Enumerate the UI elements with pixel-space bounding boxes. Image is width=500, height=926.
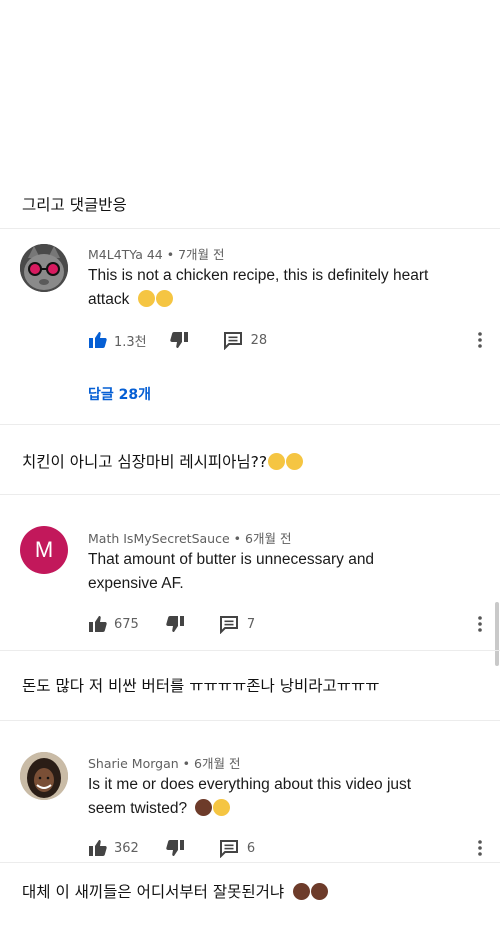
divider xyxy=(0,494,500,495)
reply-count: 28 xyxy=(250,332,268,348)
dislike-button[interactable] xyxy=(165,838,185,858)
comment-meta: M4L4TYa 44 • 7개월 전 xyxy=(88,244,225,263)
like-count: 1.3천 xyxy=(114,334,147,350)
person-tipping-hand-emoji-icon xyxy=(195,799,213,816)
scrollbar-thumb[interactable] xyxy=(495,602,499,666)
comment-author[interactable]: Math IsMySecretSauce xyxy=(88,531,230,546)
divider xyxy=(0,650,500,651)
comment-time: 6개월 전 xyxy=(194,756,241,771)
comment-text-line-content: attack xyxy=(88,291,130,308)
like-button[interactable]: 1.3천 xyxy=(88,330,147,350)
astonished-face-emoji-icon xyxy=(213,799,231,816)
reply-count: 6 xyxy=(246,840,256,856)
person-tipping-hand-emoji-icon xyxy=(311,883,329,900)
comment-time: 6개월 전 xyxy=(245,531,292,546)
meta-dot: • xyxy=(233,531,246,546)
more-options-icon[interactable] xyxy=(476,331,484,349)
thumbs-down-icon xyxy=(169,332,188,348)
meta-dot: • xyxy=(182,756,195,771)
comment-actions: 362 6 xyxy=(88,836,255,860)
comment-text-line-2: seem twisted? xyxy=(88,797,473,821)
reply-button[interactable]: 6 xyxy=(219,838,255,858)
woman-portrait-avatar-icon xyxy=(20,752,68,800)
grinning-sweat-emoji-icon xyxy=(155,290,173,307)
comment-author[interactable]: M4L4TYa 44 xyxy=(88,247,163,262)
comment-text: Is it me or does everything about this v… xyxy=(88,773,473,821)
comment-text-line-content: seem twisted? xyxy=(88,800,188,817)
meta-dot: • xyxy=(166,247,179,262)
comment-author[interactable]: Sharie Morgan xyxy=(88,756,179,771)
comment-text-line-2: expensive AF. xyxy=(88,575,184,592)
more-options-icon[interactable] xyxy=(476,839,484,857)
comment-actions: 1.3천 28 xyxy=(88,328,267,352)
avatar-letter: M xyxy=(34,537,54,562)
comment-bubble-icon xyxy=(223,332,242,350)
thumbs-down-icon xyxy=(166,616,184,632)
dislike-button[interactable] xyxy=(169,330,189,350)
reply-button[interactable]: 28 xyxy=(223,330,268,350)
like-count: 675 xyxy=(114,616,139,632)
comment-bubble-icon xyxy=(219,616,238,634)
comment-meta: Sharie Morgan • 6개월 전 xyxy=(88,753,240,772)
like-button[interactable]: 675 xyxy=(88,614,139,634)
caption-text: 치킨이 아니고 심장마비 레시피아님?? xyxy=(22,453,268,471)
avatar[interactable]: M xyxy=(20,526,68,574)
reply-count: 7 xyxy=(246,616,256,632)
caption-text: 대체 이 새끼들은 어디서부터 잘못된거냐 xyxy=(22,883,285,901)
grinning-sweat-emoji-icon xyxy=(137,290,155,307)
thumbs-down-icon xyxy=(166,840,184,856)
person-tipping-hand-emoji-icon xyxy=(293,883,311,900)
like-count: 362 xyxy=(114,840,139,856)
dislike-button[interactable] xyxy=(165,614,185,634)
comment-text-line: Is it me or does everything about this v… xyxy=(88,776,412,793)
avatar[interactable] xyxy=(20,244,68,292)
divider xyxy=(0,862,500,863)
avatar[interactable] xyxy=(20,752,68,800)
cat-with-sunglasses-avatar-icon xyxy=(20,244,68,292)
divider xyxy=(0,720,500,721)
thumbs-up-filled-icon xyxy=(89,332,107,348)
comment-actions: 675 7 xyxy=(88,612,255,636)
divider xyxy=(0,228,500,229)
winking-tongue-emoji-icon xyxy=(286,453,304,470)
divider xyxy=(0,424,500,425)
thumbs-up-icon xyxy=(89,840,107,856)
comment-time: 7개월 전 xyxy=(178,247,225,262)
caption-heart-attack: 치킨이 아니고 심장마비 레시피아님?? xyxy=(22,450,304,472)
more-options-icon[interactable] xyxy=(476,615,484,633)
comment-text-line-2: attack xyxy=(88,288,473,312)
comment-meta: Math IsMySecretSauce • 6개월 전 xyxy=(88,528,291,547)
comment-text: That amount of butter is unnecessary and… xyxy=(88,548,473,596)
caption-butter: 돈도 많다 저 비싼 버터를 ㅠㅠㅠㅠ존나 낭비라고ㅠㅠㅠ xyxy=(22,677,380,695)
comment-text: This is not a chicken recipe, this is de… xyxy=(88,264,473,312)
caption-reactions: 그리고 댓글반응 xyxy=(22,196,127,214)
winking-tongue-emoji-icon xyxy=(268,453,286,470)
like-button[interactable]: 362 xyxy=(88,838,139,858)
reply-button[interactable]: 7 xyxy=(219,614,255,634)
comment-bubble-icon xyxy=(219,840,238,858)
comment-text-line: That amount of butter is unnecessary and xyxy=(88,551,375,568)
thumbs-up-icon xyxy=(89,616,107,632)
comment-text-line: This is not a chicken recipe, this is de… xyxy=(88,267,429,284)
caption-what-went-wrong: 대체 이 새끼들은 어디서부터 잘못된거냐 xyxy=(22,880,329,902)
view-replies-link[interactable]: 답글 28개 xyxy=(88,384,151,404)
